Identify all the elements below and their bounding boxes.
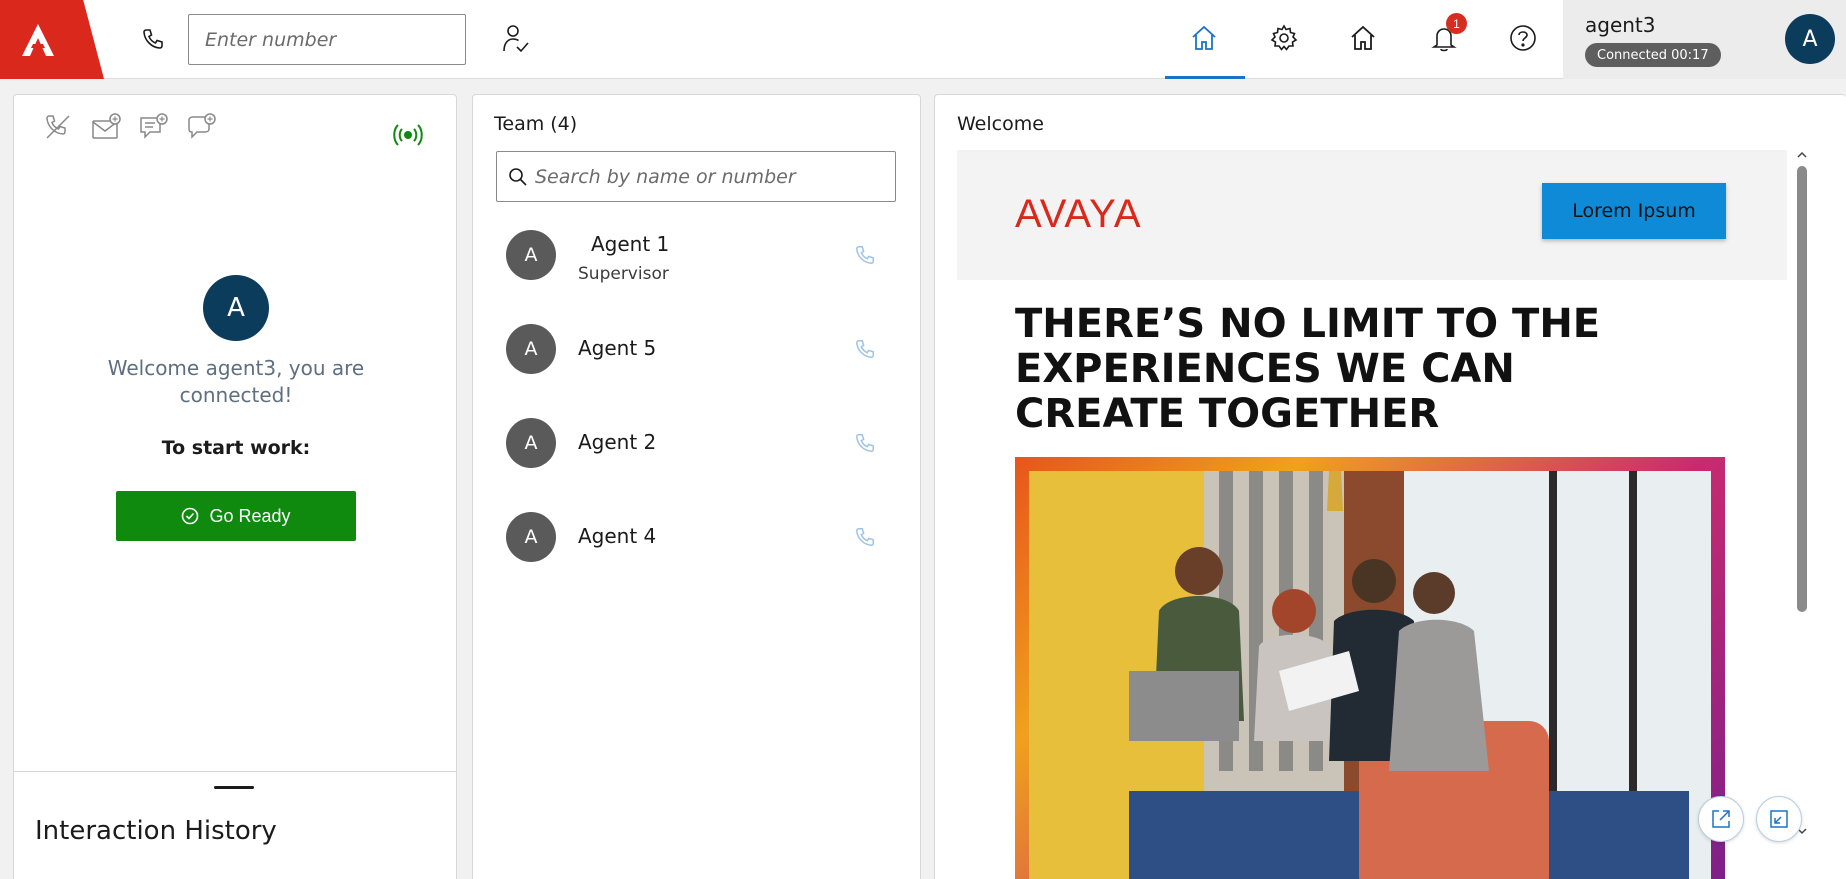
phone-icon[interactable] bbox=[852, 524, 878, 550]
notification-badge: 1 bbox=[1446, 13, 1467, 34]
phone-icon[interactable] bbox=[852, 336, 878, 362]
team-meeting-photo bbox=[1029, 471, 1711, 879]
list-item[interactable]: A Agent 1 Supervisor bbox=[473, 220, 920, 314]
sheet-drag-handle[interactable] bbox=[214, 786, 254, 789]
avatar[interactable]: A bbox=[1785, 14, 1835, 64]
lorem-ipsum-button[interactable]: Lorem Ipsum bbox=[1542, 183, 1726, 239]
avatar: A bbox=[506, 324, 556, 374]
scroll-up-arrow-icon[interactable] bbox=[1797, 150, 1807, 160]
scroll-thumb[interactable] bbox=[1797, 166, 1807, 612]
team-panel: Team (4) A Agent 1 Supervisor A Agent 5 … bbox=[472, 94, 921, 879]
user-name: agent3 bbox=[1585, 13, 1656, 37]
search-icon bbox=[509, 168, 527, 186]
voice-channel-off-icon[interactable] bbox=[42, 111, 74, 143]
gear-icon[interactable] bbox=[1264, 18, 1304, 58]
channel-icons bbox=[42, 111, 218, 143]
top-bar: 1 agent3 Connected 00:17 A bbox=[0, 0, 1846, 79]
user-status-area[interactable]: agent3 Connected 00:17 A bbox=[1563, 0, 1846, 79]
go-ready-label: Go Ready bbox=[209, 505, 291, 526]
list-item[interactable]: A Agent 4 bbox=[473, 502, 920, 596]
promo-headline: THERE’S NO LIMIT TO THE EXPERIENCES WE C… bbox=[1015, 302, 1715, 437]
help-icon[interactable] bbox=[1503, 18, 1543, 58]
messaging-channel-icon[interactable] bbox=[186, 111, 218, 143]
promo-image-frame bbox=[1015, 457, 1725, 879]
phone-icon[interactable] bbox=[140, 26, 166, 52]
avatar: A bbox=[506, 512, 556, 562]
avatar: A bbox=[506, 230, 556, 280]
connection-status-badge: Connected 00:17 bbox=[1585, 43, 1721, 67]
signal-icon bbox=[391, 118, 425, 152]
avaya-a-logo-icon bbox=[22, 23, 54, 56]
team-title: Team (4) bbox=[494, 113, 578, 135]
interaction-history-sheet[interactable]: Interaction History bbox=[14, 771, 456, 879]
app-logo bbox=[0, 0, 104, 79]
home-icon[interactable] bbox=[1343, 18, 1383, 58]
team-member-name: Agent 1 bbox=[591, 232, 670, 256]
avatar: A bbox=[203, 275, 269, 341]
list-item[interactable]: A Agent 5 bbox=[473, 314, 920, 408]
team-search-box[interactable] bbox=[496, 151, 896, 202]
phone-icon[interactable] bbox=[852, 430, 878, 456]
team-member-name: Agent 5 bbox=[578, 336, 657, 360]
team-member-name: Agent 2 bbox=[578, 430, 657, 454]
dial-number-input[interactable] bbox=[188, 14, 466, 65]
start-work-label: To start work: bbox=[161, 437, 311, 459]
team-search-input[interactable] bbox=[535, 152, 890, 201]
interaction-history-title: Interaction History bbox=[35, 816, 277, 846]
dock-button[interactable] bbox=[1756, 796, 1802, 842]
email-channel-icon[interactable] bbox=[90, 111, 122, 143]
content-scrollbar[interactable] bbox=[1793, 150, 1811, 840]
chat-channel-icon[interactable] bbox=[138, 111, 170, 143]
team-member-name: Agent 4 bbox=[578, 524, 657, 548]
avatar: A bbox=[506, 418, 556, 468]
team-list: A Agent 1 Supervisor A Agent 5 A Agent 2… bbox=[473, 220, 920, 596]
home-icon[interactable] bbox=[1184, 18, 1224, 58]
welcome-message: Welcome agent3, you are connected! bbox=[107, 356, 365, 407]
headline-line: EXPERIENCES WE CAN bbox=[1015, 346, 1515, 392]
dock-icon bbox=[1770, 810, 1788, 828]
team-member-role: Supervisor bbox=[578, 264, 669, 284]
welcome-title: Welcome bbox=[957, 113, 1044, 135]
user-check-icon[interactable] bbox=[500, 22, 532, 56]
check-circle-icon bbox=[182, 507, 199, 525]
welcome-panel: Welcome AVAYA Lorem Ipsum THERE’S NO LIM… bbox=[934, 94, 1846, 879]
promo-banner-header: AVAYA Lorem Ipsum bbox=[957, 150, 1787, 280]
list-item[interactable]: A Agent 2 bbox=[473, 408, 920, 502]
avaya-logo: AVAYA bbox=[1015, 192, 1142, 236]
headline-line: CREATE TOGETHER bbox=[1015, 391, 1440, 437]
phone-icon[interactable] bbox=[852, 242, 878, 268]
popout-icon bbox=[1712, 810, 1730, 828]
go-ready-button[interactable]: Go Ready bbox=[116, 491, 356, 541]
active-tab-indicator bbox=[1165, 76, 1245, 79]
popout-button[interactable] bbox=[1698, 796, 1744, 842]
welcome-content-frame: AVAYA Lorem Ipsum THERE’S NO LIMIT TO TH… bbox=[957, 150, 1787, 879]
agent-panel: A Welcome agent3, you are connected! To … bbox=[13, 94, 457, 879]
headline-line: THERE’S NO LIMIT TO THE bbox=[1015, 301, 1601, 347]
